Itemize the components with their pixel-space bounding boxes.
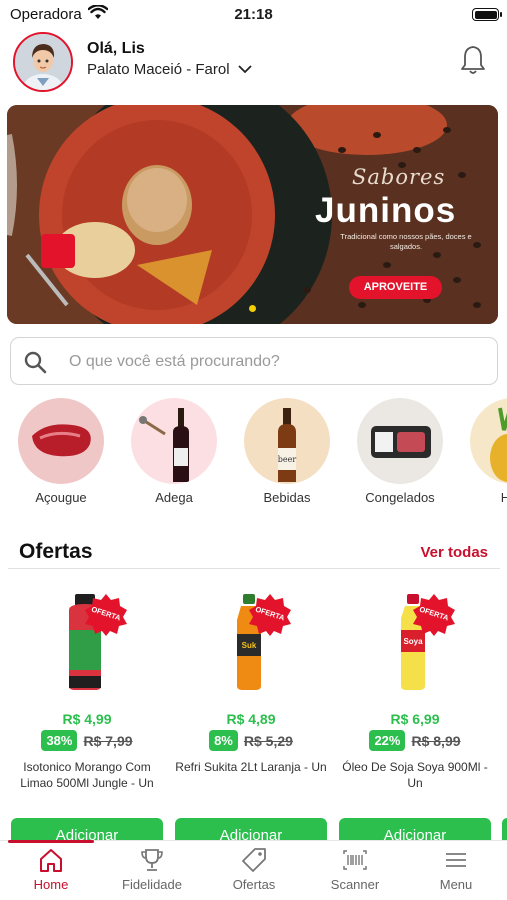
banner-tagline: Tradicional como nossos pães, doces e sa…: [340, 232, 472, 251]
old-price: R$ 7,99: [83, 732, 133, 749]
greeting: Olá, Lis: [87, 40, 145, 57]
svg-text:Soya: Soya: [403, 637, 423, 646]
home-icon: [40, 849, 62, 872]
bottom-tab-bar: Home Fidelidade Ofertas Scanner Menu: [0, 840, 507, 900]
svg-text:Suk: Suk: [242, 641, 257, 650]
search-input[interactable]: [69, 350, 479, 374]
category-acougue[interactable]: Açougue: [18, 398, 104, 505]
wine-bottle-icon: [131, 398, 217, 484]
store-logo: [41, 234, 75, 268]
tab-label: Home: [33, 877, 69, 892]
product-card[interactable]: Soya OFERTA R$ 6,99 22% R$ 8,99 Óleo De …: [339, 590, 491, 791]
barcode-icon: [343, 850, 367, 870]
tab-label: Menu: [439, 877, 473, 892]
category-label: Hort: [500, 490, 507, 505]
meat-icon: [18, 398, 104, 484]
product-image: Suk OFERTA: [175, 590, 327, 695]
product-price: R$ 4,89: [226, 711, 276, 727]
category-carousel[interactable]: Açougue Adega beer Bebidas Congelados H: [0, 398, 507, 508]
offer-badge: OFERTA: [85, 594, 127, 636]
tab-menu[interactable]: Menu: [411, 847, 501, 892]
status-bar: Operadora 21:18: [0, 0, 507, 30]
menu-icon: [446, 853, 466, 867]
discount-badge: 8%: [209, 730, 238, 751]
pineapple-icon: [470, 398, 507, 484]
discount-row: 8% R$ 5,29: [175, 730, 327, 751]
tab-label: Ofertas: [232, 877, 276, 892]
product-name: Isotonico Morango Com Limao 500Ml Jungle…: [20, 760, 154, 790]
product-price: R$ 4,99: [62, 711, 112, 727]
category-congelados[interactable]: Congelados: [357, 398, 443, 505]
category-label: Bebidas: [263, 490, 311, 505]
discount-badge: 22%: [369, 730, 406, 751]
tab-ofertas[interactable]: Ofertas: [209, 847, 299, 892]
tab-label: Fidelidade: [122, 877, 182, 892]
category-adega[interactable]: Adega: [131, 398, 217, 505]
product-name: Óleo De Soja Soya 900Ml - Un: [342, 760, 488, 790]
discount-row: 22% R$ 8,99: [339, 730, 491, 751]
tab-label: Scanner: [330, 877, 380, 892]
discount-badge: 38%: [41, 730, 78, 751]
frozen-pack-icon: [357, 398, 443, 484]
product-card[interactable]: Suk OFERTA R$ 4,89 8% R$ 5,29 Refri Suki…: [175, 590, 327, 775]
store-selector[interactable]: Palato Maceió - Farol: [87, 61, 252, 78]
banner-cta-button[interactable]: APROVEITE: [349, 276, 442, 299]
category-hortifruti[interactable]: Hort: [470, 398, 507, 505]
banner-title: Juninos: [315, 191, 457, 230]
discount-row: 38% R$ 7,99: [11, 730, 163, 751]
see-all-link[interactable]: Ver todas: [420, 544, 488, 561]
store-name: Palato Maceió - Farol: [87, 61, 230, 78]
trophy-icon: [141, 849, 163, 871]
search-icon: [24, 351, 47, 374]
offers-title: Ofertas: [19, 540, 93, 563]
carousel-dot[interactable]: [249, 305, 256, 312]
banner-subtitle: Sabores: [352, 165, 446, 189]
old-price: R$ 5,29: [243, 732, 293, 749]
offer-badge: OFERTA: [249, 594, 291, 636]
bell-icon[interactable]: [458, 44, 488, 76]
offer-badge: OFERTA: [413, 594, 455, 636]
product-price: R$ 6,99: [390, 711, 440, 727]
category-label: Adega: [155, 490, 193, 505]
avatar[interactable]: [13, 32, 73, 92]
category-label: Congelados: [365, 490, 435, 505]
tag-icon: [242, 848, 266, 872]
beer-bottle-icon: beer: [244, 398, 330, 484]
category-bebidas[interactable]: beer Bebidas: [244, 398, 330, 505]
svg-text:beer: beer: [278, 455, 297, 464]
product-image: Soya OFERTA: [339, 590, 491, 695]
battery-icon: [472, 8, 502, 21]
tab-home[interactable]: Home: [6, 847, 96, 892]
category-label: Açougue: [35, 490, 87, 505]
divider: [8, 568, 500, 569]
clock: 21:18: [234, 6, 273, 23]
chevron-down-icon: [237, 65, 252, 74]
tab-scanner[interactable]: Scanner: [310, 847, 400, 892]
product-name: Refri Sukita 2Lt Laranja - Un: [175, 760, 327, 774]
app-header: Olá, Lis Palato Maceió - Farol: [0, 32, 507, 94]
old-price: R$ 8,99: [411, 732, 461, 749]
product-card[interactable]: OFERTA R$ 4,99 38% R$ 7,99 Isotonico Mor…: [11, 590, 163, 791]
tab-fidelidade[interactable]: Fidelidade: [107, 847, 197, 892]
product-image: OFERTA: [11, 590, 163, 695]
active-tab-indicator: [8, 840, 94, 843]
search-bar[interactable]: [10, 337, 498, 385]
promo-banner[interactable]: Sabores Juninos Tradicional como nossos …: [7, 105, 498, 324]
